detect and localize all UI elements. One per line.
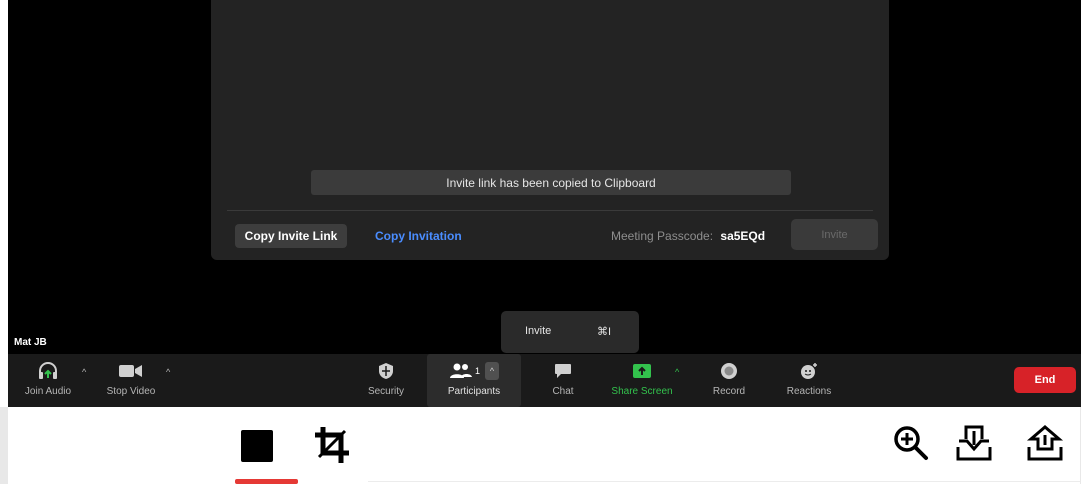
screenshot-tools-bar xyxy=(0,407,1081,484)
crop-icon[interactable] xyxy=(315,427,349,468)
video-options-caret-icon[interactable]: ^ xyxy=(166,367,170,377)
active-tool-indicator xyxy=(235,479,298,484)
copy-invite-link-button[interactable]: Copy Invite Link xyxy=(235,224,347,248)
reactions-button[interactable]: Reactions xyxy=(778,354,840,407)
chat-label: Chat xyxy=(552,386,574,397)
end-meeting-button[interactable]: End xyxy=(1014,367,1076,393)
meeting-toolbar: Join Audio ^ Stop Video ^ Security 1 ^ P… xyxy=(8,354,1081,407)
download-icon[interactable] xyxy=(955,425,993,466)
join-audio-label: Join Audio xyxy=(24,386,72,397)
meeting-passcode: Meeting Passcode: sa5EQd xyxy=(611,224,765,248)
bar-left-edge xyxy=(0,407,8,484)
participants-icon: 1 ^ xyxy=(449,362,499,380)
copied-toast: Invite link has been copied to Clipboard xyxy=(311,170,791,195)
security-button[interactable]: Security xyxy=(356,354,416,407)
share-screen-icon xyxy=(632,362,652,380)
participants-caret-icon[interactable]: ^ xyxy=(485,362,499,380)
participants-label: Participants xyxy=(447,386,501,397)
zoom-in-icon[interactable] xyxy=(893,425,929,466)
security-label: Security xyxy=(367,386,405,397)
chat-bubble-icon xyxy=(554,362,572,380)
headphones-icon xyxy=(37,362,59,380)
invite-panel: Invite link has been copied to Clipboard… xyxy=(211,0,889,260)
passcode-label: Meeting Passcode: xyxy=(611,229,714,243)
stop-video-button[interactable]: Stop Video xyxy=(96,354,166,407)
tooltip-shortcut: ⌘I xyxy=(597,326,612,338)
upload-icon[interactable] xyxy=(1026,425,1064,466)
participants-button[interactable]: 1 ^ Participants xyxy=(427,354,521,407)
record-label: Record xyxy=(712,386,746,397)
record-button[interactable]: Record xyxy=(703,354,755,407)
share-screen-label: Share Screen xyxy=(611,386,673,397)
join-audio-button[interactable]: Join Audio xyxy=(18,354,78,407)
toast-text: Invite link has been copied to Clipboard xyxy=(446,175,656,190)
share-screen-button[interactable]: Share Screen xyxy=(604,354,680,407)
shield-icon xyxy=(378,362,394,380)
tooltip-invite-label[interactable]: Invite xyxy=(525,325,551,337)
video-camera-icon xyxy=(118,362,144,380)
invite-button[interactable]: Invite xyxy=(791,219,878,250)
reactions-label: Reactions xyxy=(786,386,832,397)
record-icon xyxy=(720,362,738,380)
passcode-value: sa5EQd xyxy=(720,229,766,243)
stop-square-icon[interactable] xyxy=(241,430,273,462)
panel-divider xyxy=(227,210,873,211)
reactions-icon xyxy=(799,362,819,380)
participant-name: Mat JB xyxy=(14,337,47,348)
copy-invitation-link[interactable]: Copy Invitation xyxy=(375,224,462,248)
chat-button[interactable]: Chat xyxy=(538,354,588,407)
audio-options-caret-icon[interactable]: ^ xyxy=(82,367,86,377)
participant-count: 1 xyxy=(474,366,480,376)
invite-tooltip-menu[interactable]: Invite ⌘I xyxy=(501,311,639,353)
stop-video-label: Stop Video xyxy=(106,386,156,397)
bar-bottom-line xyxy=(368,481,1080,482)
share-options-caret-icon[interactable]: ^ xyxy=(675,367,679,377)
zoom-meeting-window: Invite link has been copied to Clipboard… xyxy=(8,0,1081,407)
